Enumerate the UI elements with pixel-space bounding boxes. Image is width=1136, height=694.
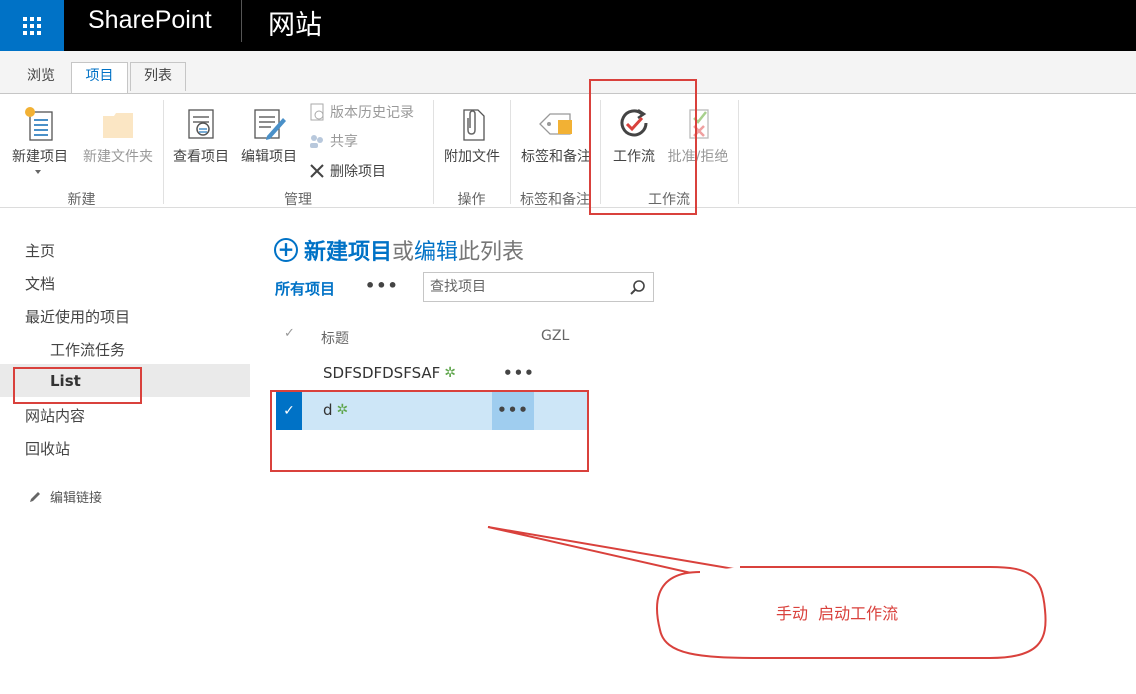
- annotation-text: 手动 启动工作流: [776, 604, 899, 623]
- annotation-callout: [487, 526, 1047, 659]
